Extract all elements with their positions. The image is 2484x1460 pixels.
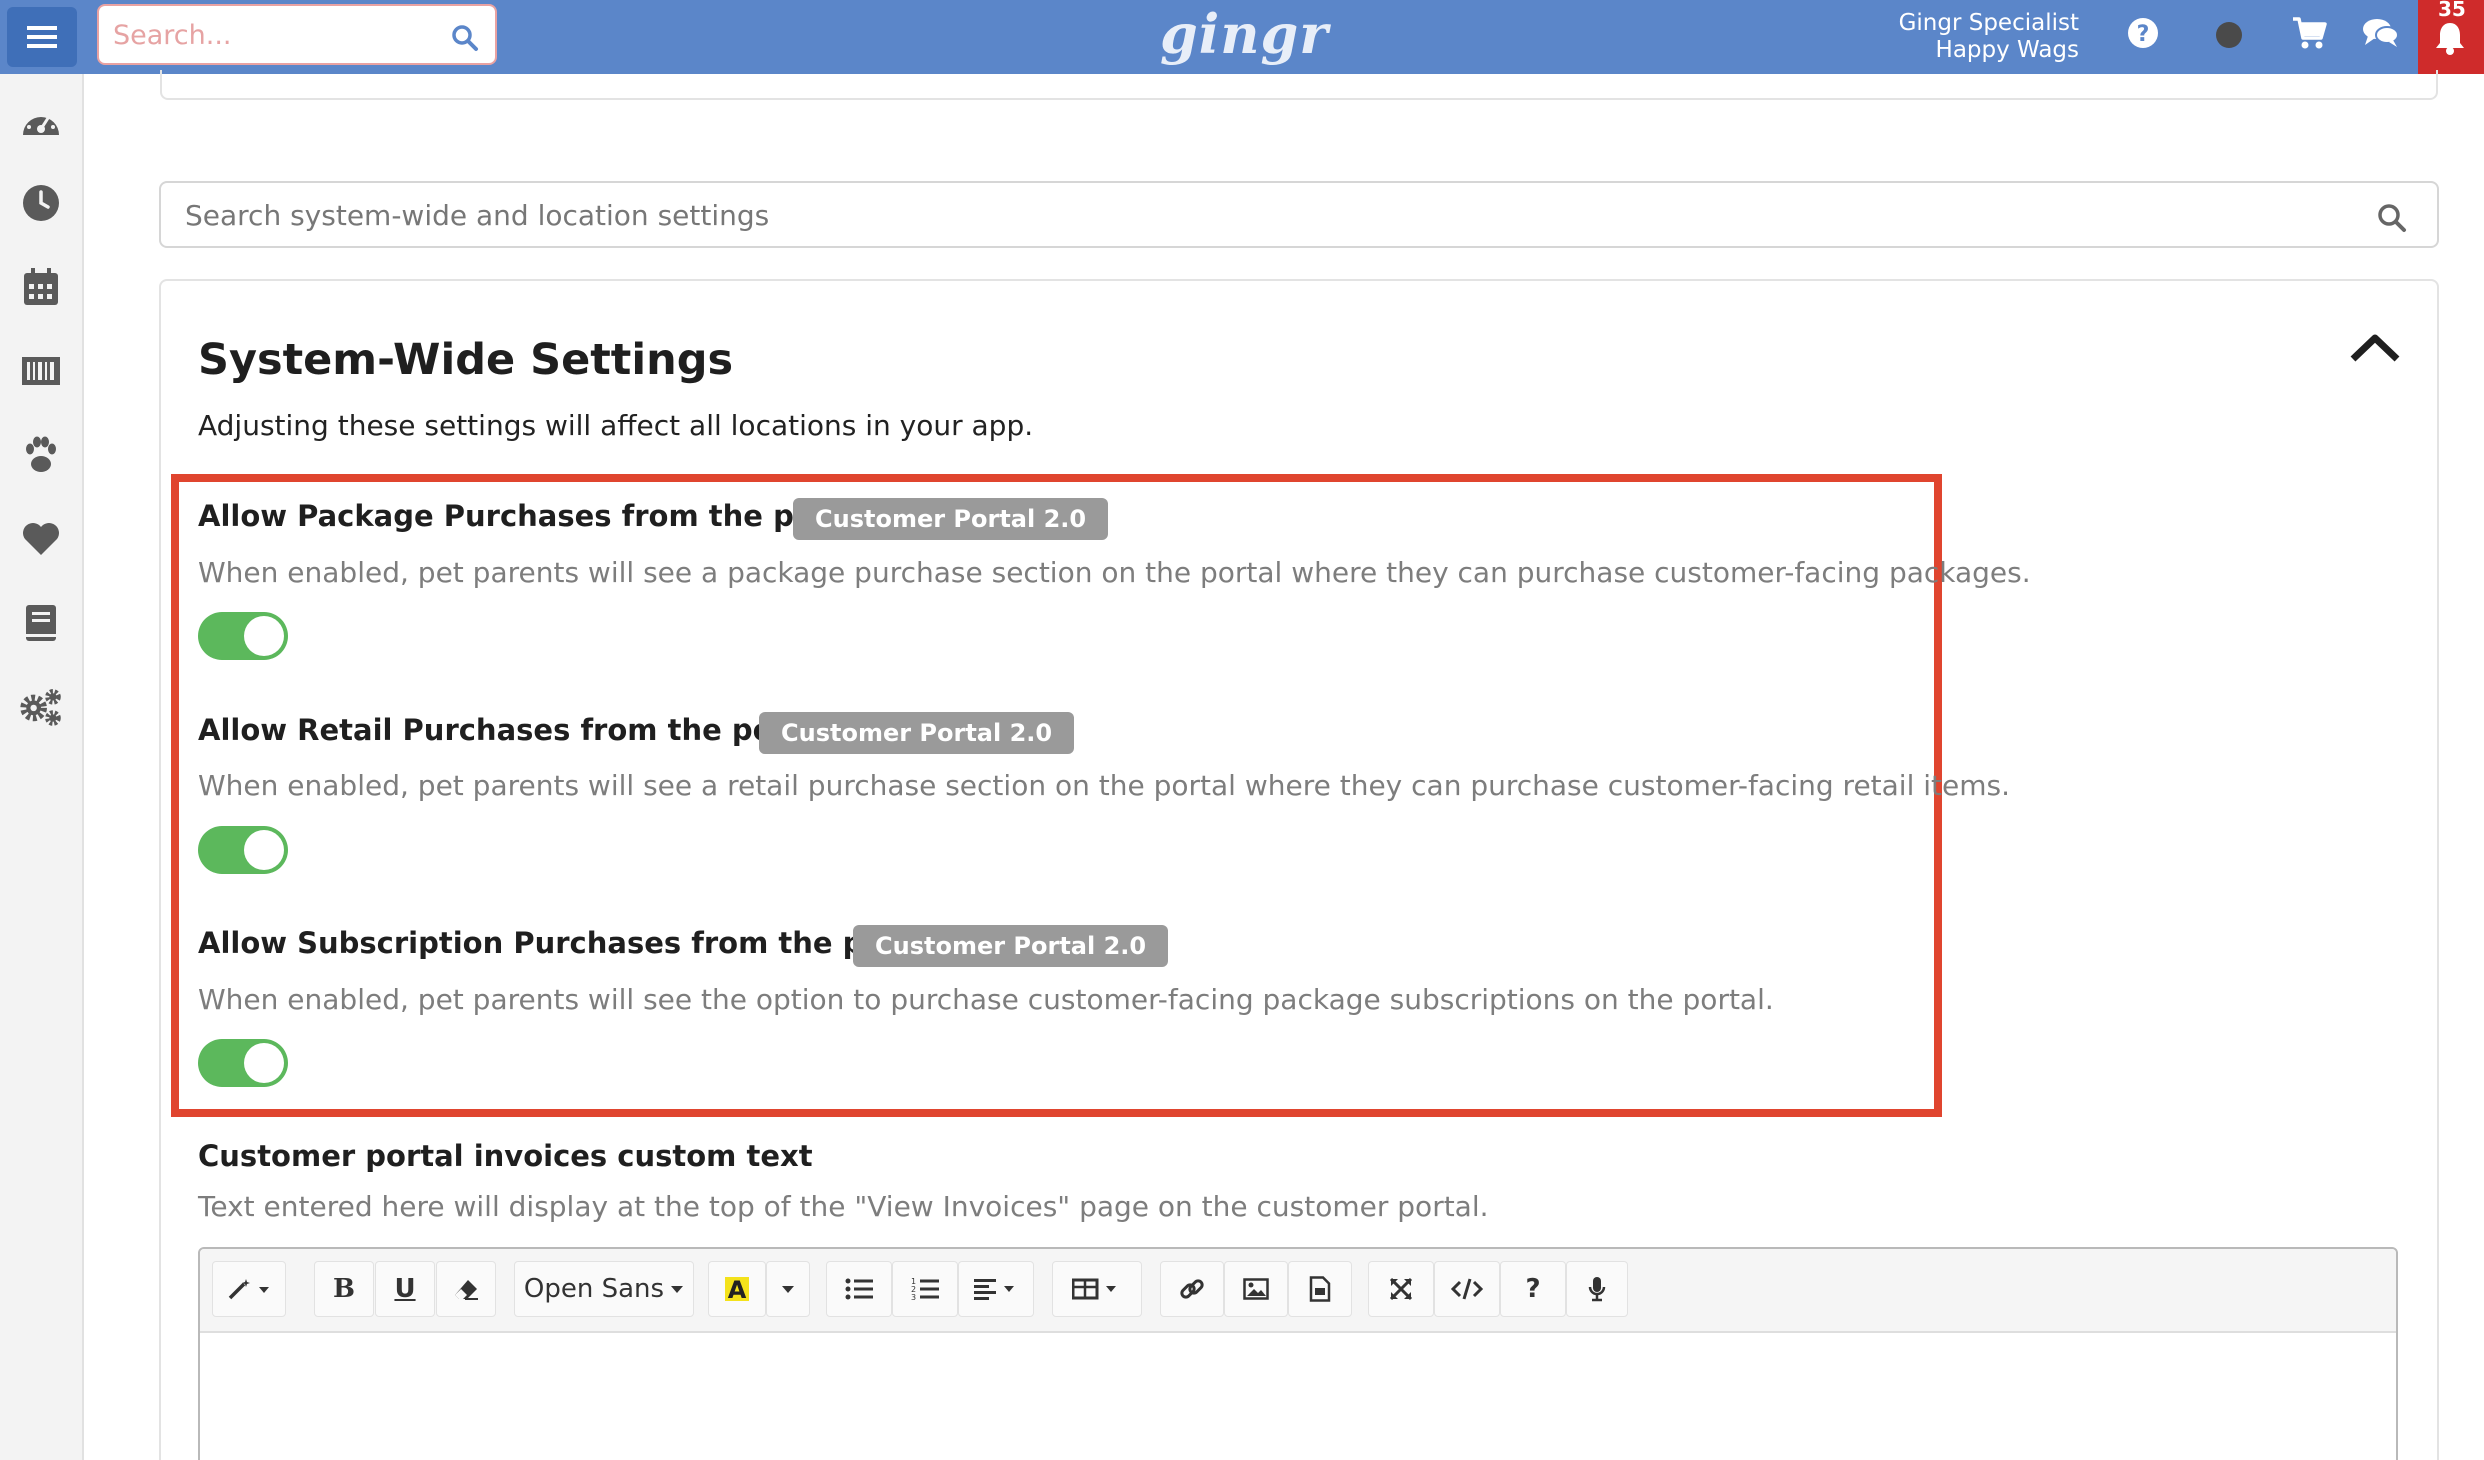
text-color-button[interactable]: A [708, 1261, 766, 1317]
sidebar-item-favorites[interactable] [18, 516, 64, 562]
user-menu[interactable]: Gingr Specialist Happy Wags [1899, 10, 2079, 64]
location-name: Happy Wags [1935, 37, 2079, 63]
setting-subscription-purchases-label: Allow Subscription Purchases from the po… [198, 926, 958, 960]
sidebar-item-settings[interactable] [18, 684, 64, 730]
collapse-button[interactable] [2345, 325, 2405, 371]
card-subtitle: Adjusting these settings will affect all… [198, 409, 1034, 442]
book-icon [26, 605, 56, 641]
global-search [97, 4, 497, 65]
menu-button[interactable] [7, 7, 77, 67]
file-icon [1309, 1276, 1331, 1302]
link-icon [1180, 1279, 1204, 1299]
cart-icon[interactable] [2291, 16, 2327, 50]
setting-package-purchases-label: Allow Package Purchases from the portal? [198, 499, 889, 533]
previous-card-edge [160, 70, 2438, 100]
magic-wand-icon [228, 1279, 269, 1300]
sidebar-item-reports[interactable] [18, 600, 64, 646]
numbered-list-icon: 123 [911, 1277, 939, 1301]
svg-text:3: 3 [911, 1293, 916, 1301]
chat-icon[interactable] [2362, 16, 2400, 50]
setting-subscription-purchases-description: When enabled, pet parents will see the o… [198, 983, 1774, 1016]
user-name: Gingr Specialist [1898, 10, 2079, 36]
card-title: System-Wide Settings [198, 335, 734, 385]
notification-count: 35 [2438, 0, 2466, 21]
eraser-icon [455, 1280, 478, 1300]
text-color-icon: A [725, 1276, 749, 1303]
subscription-purchases-toggle[interactable] [198, 1039, 288, 1087]
search-icon[interactable] [2377, 203, 2407, 233]
setting-retail-purchases-label: Allow Retail Purchases from the portal? [198, 713, 848, 747]
dashboard-icon [23, 110, 59, 135]
fullscreen-button[interactable] [1368, 1261, 1434, 1317]
sidebar-item-calendar[interactable] [18, 264, 64, 310]
toggle-knob [244, 1043, 284, 1083]
editor-content-area[interactable] [200, 1333, 2396, 1460]
align-left-icon [974, 1279, 1014, 1300]
setting-retail-purchases-description: When enabled, pet parents will see a ret… [198, 769, 2011, 802]
global-search-input[interactable] [113, 16, 433, 54]
bell-icon [2436, 23, 2464, 55]
customer-portal-badge: Customer Portal 2.0 [793, 498, 1109, 540]
chevron-up-icon [2350, 334, 2400, 362]
voice-input-button[interactable] [1566, 1261, 1628, 1317]
hamburger-icon [27, 26, 57, 48]
rich-text-editor: B U Open Sans A 123 ? [198, 1247, 2398, 1460]
microphone-icon [1588, 1277, 1606, 1302]
customer-portal-badge: Customer Portal 2.0 [759, 712, 1075, 754]
bullet-list-icon [845, 1278, 873, 1300]
font-family-value: Open Sans [523, 1274, 665, 1304]
toggle-knob [244, 830, 284, 870]
table-dropdown[interactable] [1052, 1261, 1142, 1317]
numbered-list-button[interactable]: 123 [892, 1261, 958, 1317]
sidebar-item-barcode[interactable] [18, 348, 64, 394]
heart-icon [23, 523, 59, 555]
invoices-custom-text-description: Text entered here will display at the to… [198, 1190, 1489, 1223]
search-icon[interactable] [451, 24, 479, 52]
calendar-icon [24, 268, 58, 305]
gingr-logo[interactable]: gingr [1160, 2, 1329, 66]
bold-button[interactable]: B [314, 1261, 374, 1317]
font-family-dropdown[interactable]: Open Sans [514, 1261, 694, 1317]
retail-purchases-toggle[interactable] [198, 826, 288, 874]
magic-style-button[interactable] [212, 1261, 286, 1317]
caret-down-icon [671, 1286, 684, 1293]
sidebar [0, 74, 84, 1460]
bullet-list-button[interactable] [826, 1261, 892, 1317]
paragraph-align-dropdown[interactable] [958, 1261, 1034, 1317]
insert-file-button[interactable] [1288, 1261, 1352, 1317]
sidebar-item-clock[interactable] [18, 180, 64, 226]
setting-package-purchases-description: When enabled, pet parents will see a pac… [198, 556, 2031, 589]
customer-portal-badge: Customer Portal 2.0 [853, 925, 1169, 967]
settings-search [159, 181, 2439, 248]
clear-format-button[interactable] [436, 1261, 496, 1317]
table-icon [1072, 1278, 1116, 1300]
sidebar-item-dashboard[interactable] [18, 98, 64, 144]
text-color-dropdown[interactable] [766, 1261, 810, 1317]
fullscreen-icon [1389, 1277, 1413, 1301]
help-icon[interactable]: ? [2126, 16, 2160, 50]
code-icon [1451, 1278, 1483, 1300]
svg-text:?: ? [2137, 22, 2150, 47]
invoices-custom-text-label: Customer portal invoices custom text [198, 1139, 813, 1173]
clock-icon [23, 185, 59, 221]
paw-icon [26, 436, 56, 472]
package-purchases-toggle[interactable] [198, 612, 288, 660]
underline-button[interactable]: U [375, 1261, 435, 1317]
insert-image-button[interactable] [1224, 1261, 1288, 1317]
image-icon [1243, 1278, 1269, 1300]
settings-search-input[interactable] [185, 195, 2335, 235]
toggle-knob [244, 616, 284, 656]
sidebar-item-pets[interactable] [18, 432, 64, 478]
top-bar: gingr Gingr Specialist Happy Wags ? 35 [0, 0, 2484, 74]
gears-icon [20, 689, 61, 726]
barcode-icon [22, 357, 60, 385]
caret-down-icon [782, 1286, 794, 1293]
editor-toolbar: B U Open Sans A 123 ? [200, 1249, 2396, 1333]
code-view-button[interactable] [1434, 1261, 1500, 1317]
insert-link-button[interactable] [1160, 1261, 1224, 1317]
svg-text:A: A [728, 1276, 747, 1303]
help-button[interactable]: ? [1500, 1261, 1566, 1317]
status-indicator-icon[interactable] [2214, 20, 2244, 50]
